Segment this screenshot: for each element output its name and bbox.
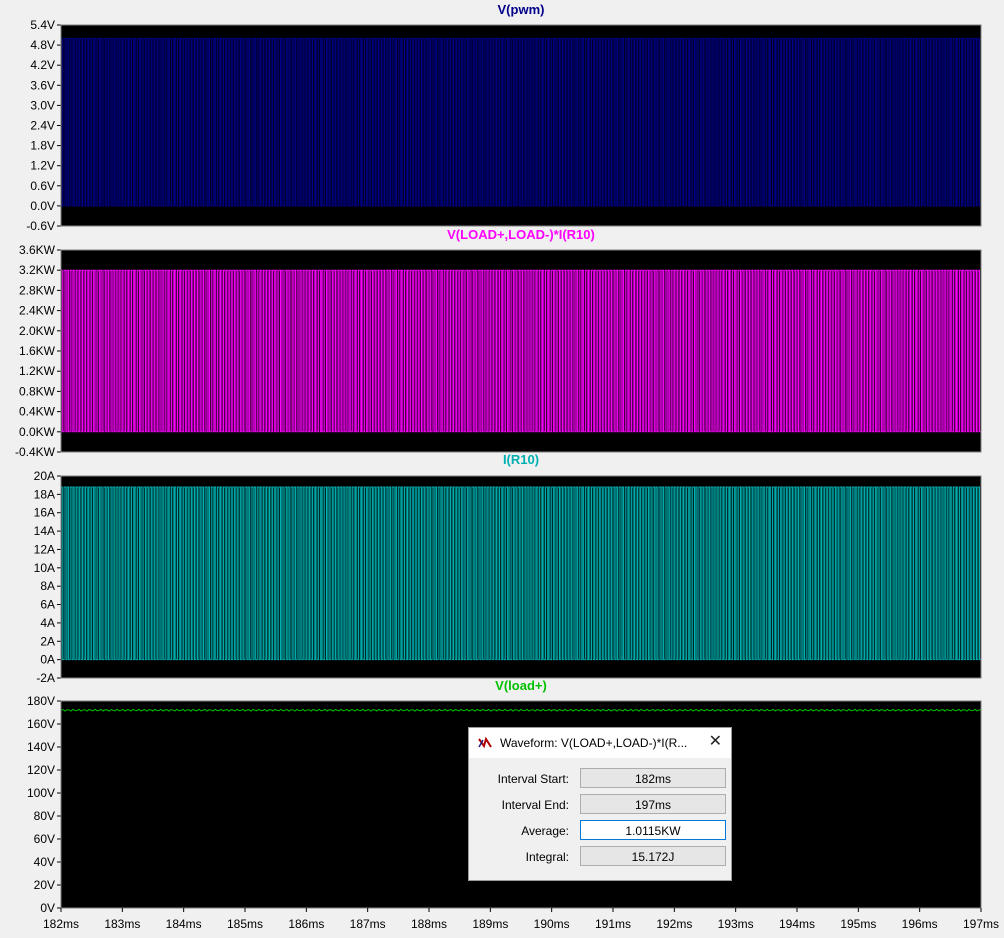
y-tick-label: 40V (34, 855, 55, 869)
y-tick-label: 1.2V (30, 159, 55, 173)
y-tick-label: 3.0V (30, 98, 55, 112)
y-tick-label: 20A (34, 469, 55, 483)
x-tick-label: 192ms (656, 917, 692, 931)
x-tick-label: 190ms (534, 917, 570, 931)
y-tick-label: 4A (40, 616, 55, 630)
interval-start-field[interactable]: 182ms (580, 768, 726, 788)
y-tick-label: 60V (34, 832, 55, 846)
y-tick-label: 80V (34, 809, 55, 823)
y-tick-label: 16A (34, 506, 55, 520)
y-tick-label: 3.2KW (19, 263, 56, 277)
y-tick-label: 2.4KW (19, 304, 56, 318)
y-tick-label: 18A (34, 487, 55, 501)
plot-pane-2: I(R10) 20A 18A 16A 14A 12A 10A 8A 6A 4A 2A 0A -2A (34, 452, 982, 685)
y-tick-label: 5.4V (30, 18, 55, 32)
x-tick-label: 185ms (227, 917, 263, 931)
y-tick-label: 1.2KW (19, 364, 56, 378)
x-tick-label: 196ms (902, 917, 938, 931)
y-tick-label: 4.2V (30, 58, 55, 72)
x-tick-label: 183ms (104, 917, 140, 931)
average-value: 1.0115KW (625, 824, 681, 838)
average-field[interactable]: 1.0115KW (580, 820, 726, 840)
x-tick-label: 184ms (166, 917, 202, 931)
y-tick-label: 2.0KW (19, 324, 56, 338)
waveform-icon (477, 736, 493, 750)
y-tick-label: 120V (27, 763, 55, 777)
y-tick-label: -0.6V (26, 219, 55, 233)
plot-pane-0: V(pwm) 5.4V 4.8V 4.2V 3.6V 3.0V 2.4V 1.8V 1.2V 0.… (26, 2, 982, 233)
y-tick-label: 0.0V (30, 199, 55, 213)
plot-title: V(pwm) (498, 2, 545, 17)
y-tick-label: 10A (34, 561, 55, 575)
y-tick-label: 160V (27, 717, 55, 731)
average-label: Average: (521, 824, 569, 838)
waveform-trace (60, 269, 981, 433)
x-tick-label: 191ms (595, 917, 631, 931)
x-tick-label: 197ms (963, 917, 999, 931)
x-tick-label: 187ms (350, 917, 386, 931)
y-tick-label: 3.6KW (19, 243, 56, 257)
y-tick-label: 0A (40, 653, 55, 667)
y-tick-label: 140V (27, 740, 55, 754)
y-tick-label: 0V (40, 901, 55, 915)
x-tick-label: 195ms (840, 917, 876, 931)
y-tick-label: 6A (40, 598, 55, 612)
y-tick-label: 0.6V (30, 179, 55, 193)
y-tick-label: 0.8KW (19, 384, 56, 398)
y-tick-label: 0.0KW (19, 425, 56, 439)
waveform-dialog[interactable]: Waveform: V(LOAD+,LOAD-)*I(R... ✕ Interv… (468, 727, 732, 881)
y-tick-label: 3.6V (30, 78, 55, 92)
x-tick-label: 193ms (718, 917, 754, 931)
integral-field[interactable]: 15.172J (580, 846, 726, 866)
y-tick-label: 1.6KW (19, 344, 56, 358)
plot-title: V(LOAD+,LOAD-)*I(R10) (447, 227, 595, 242)
interval-start-label: Interval Start: (497, 772, 569, 786)
y-tick-label: 1.8V (30, 139, 55, 153)
waveform-trace (60, 37, 981, 207)
dialog-title: Waveform: V(LOAD+,LOAD-)*I(R... (500, 736, 688, 750)
y-tick-label: 14A (34, 524, 55, 538)
plot-title: V(load+) (495, 678, 547, 693)
integral-label: Integral: (525, 850, 569, 864)
y-tick-label: -2A (36, 671, 55, 685)
x-tick-label: 186ms (288, 917, 324, 931)
x-tick-label: 189ms (472, 917, 508, 931)
y-tick-label: 0.4KW (19, 405, 56, 419)
y-tick-label: 20V (34, 878, 55, 892)
x-tick-label: 194ms (779, 917, 815, 931)
plot-pane-1: V(LOAD+,LOAD-)*I(R10) 3.6KW 3.2KW 2.8KW 2.4K… (15, 227, 982, 459)
y-tick-label: 180V (27, 694, 55, 708)
y-tick-label: 2A (40, 634, 55, 648)
y-tick-label: 2.4V (30, 119, 55, 133)
interval-end-label: Interval End: (501, 798, 569, 812)
interval-end-field[interactable]: 197ms (580, 794, 726, 814)
dialog-titlebar[interactable]: Waveform: V(LOAD+,LOAD-)*I(R... ✕ (469, 728, 731, 758)
x-tick-label: 182ms (43, 917, 79, 931)
y-tick-label: 100V (27, 786, 55, 800)
plot-title: I(R10) (503, 452, 539, 467)
waveform-trace (60, 486, 981, 661)
close-icon[interactable]: ✕ (709, 733, 722, 751)
y-tick-label: 2.8KW (19, 283, 56, 297)
y-tick-label: -0.4KW (15, 445, 56, 459)
y-tick-label: 12A (34, 542, 55, 556)
x-tick-label: 188ms (411, 917, 447, 931)
y-tick-label: 4.8V (30, 38, 55, 52)
y-tick-label: 8A (40, 579, 55, 593)
